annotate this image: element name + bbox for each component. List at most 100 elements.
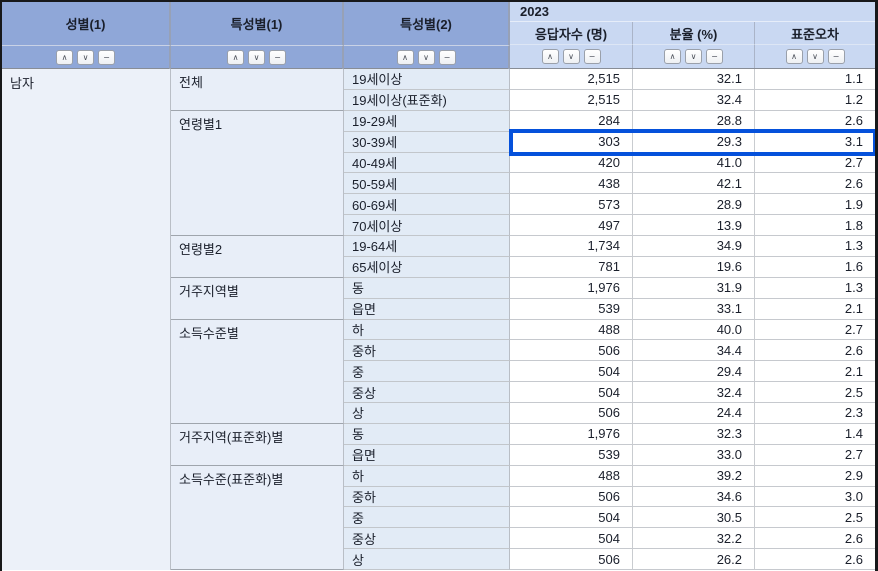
value-cell[interactable]: 32.4 bbox=[633, 382, 755, 403]
category-cell: 65세이상 bbox=[344, 256, 510, 278]
category-cell: 19세이상(표준화) bbox=[344, 89, 510, 111]
value-cell[interactable]: 40.0 bbox=[633, 319, 755, 341]
value-cell[interactable]: 1,976 bbox=[510, 277, 633, 299]
sort-up-icon[interactable]: ∧ bbox=[227, 50, 244, 65]
value-cell[interactable]: 2.7 bbox=[755, 152, 875, 174]
sort-down-icon[interactable]: ∨ bbox=[806, 49, 824, 65]
value-cell[interactable]: 34.6 bbox=[633, 486, 755, 508]
group-cell: 전체 bbox=[171, 69, 344, 111]
value-cell[interactable]: 438 bbox=[510, 173, 633, 195]
value-cell[interactable]: 506 bbox=[510, 486, 633, 508]
value-cell[interactable]: 1.2 bbox=[755, 89, 875, 111]
value-cell[interactable]: 539 bbox=[510, 444, 633, 466]
value-cell[interactable]: 32.3 bbox=[633, 423, 755, 445]
value-cell[interactable]: 30.5 bbox=[633, 507, 755, 529]
value-cell[interactable]: 781 bbox=[510, 256, 633, 278]
sort-down-icon[interactable]: ∨ bbox=[685, 49, 702, 65]
value-cell[interactable]: 28.9 bbox=[633, 194, 755, 216]
value-cell[interactable]: 1.6 bbox=[755, 256, 875, 278]
sort-up-icon[interactable]: ∧ bbox=[541, 49, 559, 65]
value-cell[interactable]: 2.6 bbox=[755, 340, 875, 362]
value-cell[interactable]: 41.0 bbox=[633, 152, 755, 174]
value-cell[interactable]: 29.4 bbox=[633, 361, 755, 383]
sort-down-icon[interactable]: ∨ bbox=[77, 50, 94, 65]
value-cell[interactable]: 573 bbox=[510, 194, 633, 216]
value-cell[interactable]: 504 bbox=[510, 382, 633, 403]
value-cell[interactable]: 504 bbox=[510, 507, 633, 529]
value-cell[interactable]: 24.4 bbox=[633, 403, 755, 424]
value-cell[interactable]: 2.6 bbox=[755, 528, 875, 550]
value-cell[interactable]: 2.6 bbox=[755, 173, 875, 195]
value-cell[interactable]: 539 bbox=[510, 298, 633, 320]
value-cell[interactable]: 488 bbox=[510, 465, 633, 487]
category-cell: 60-69세 bbox=[344, 194, 510, 216]
value-cell[interactable]: 2.3 bbox=[755, 403, 875, 424]
collapse-icon[interactable]: − bbox=[438, 50, 456, 65]
value-cell[interactable]: 42.1 bbox=[633, 173, 755, 195]
value-cell[interactable]: 33.1 bbox=[633, 298, 755, 320]
characteristic1-col-controls: ∧ ∨ − bbox=[171, 45, 344, 69]
value-cell[interactable]: 2.5 bbox=[755, 507, 875, 529]
value-cell[interactable]: 506 bbox=[510, 340, 633, 362]
value-cell[interactable]: 3.1 bbox=[755, 131, 875, 153]
value-cell[interactable]: 1,734 bbox=[510, 236, 633, 257]
collapse-icon[interactable]: − bbox=[583, 49, 601, 65]
value-cell[interactable]: 506 bbox=[510, 403, 633, 424]
value-cell[interactable]: 2.1 bbox=[755, 298, 875, 320]
sort-up-icon[interactable]: ∧ bbox=[396, 50, 414, 65]
collapse-icon[interactable]: − bbox=[827, 49, 845, 65]
value-cell[interactable]: 2,515 bbox=[510, 69, 633, 90]
value-cell[interactable]: 2.1 bbox=[755, 361, 875, 383]
value-cell[interactable]: 32.2 bbox=[633, 528, 755, 550]
value-cell[interactable]: 2,515 bbox=[510, 89, 633, 111]
sort-up-icon[interactable]: ∧ bbox=[664, 49, 681, 65]
value-cell[interactable]: 13.9 bbox=[633, 215, 755, 236]
category-cell: 50-59세 bbox=[344, 173, 510, 195]
value-cell[interactable]: 3.0 bbox=[755, 486, 875, 508]
table-body: 남자 전체 19세이상 2,515 32.1 1.1 19세이상(표준화) 2,515 32.4… bbox=[2, 69, 875, 570]
header-respondents: 응답자수 (명) bbox=[510, 21, 633, 45]
value-cell[interactable]: 2.7 bbox=[755, 444, 875, 466]
value-cell[interactable]: 506 bbox=[510, 549, 633, 570]
value-cell[interactable]: 1.9 bbox=[755, 194, 875, 216]
sort-up-icon[interactable]: ∧ bbox=[56, 50, 73, 65]
sort-up-icon[interactable]: ∧ bbox=[785, 49, 803, 65]
value-cell[interactable]: 488 bbox=[510, 319, 633, 341]
value-cell[interactable]: 26.2 bbox=[633, 549, 755, 570]
value-cell[interactable]: 34.4 bbox=[633, 340, 755, 362]
value-cell[interactable]: 31.9 bbox=[633, 277, 755, 299]
value-cell[interactable]: 2.6 bbox=[755, 110, 875, 132]
value-cell[interactable]: 1.3 bbox=[755, 277, 875, 299]
value-cell[interactable]: 504 bbox=[510, 361, 633, 383]
value-cell[interactable]: 28.8 bbox=[633, 110, 755, 132]
value-cell[interactable]: 1,976 bbox=[510, 423, 633, 445]
value-cell[interactable]: 32.1 bbox=[633, 69, 755, 90]
value-cell[interactable]: 420 bbox=[510, 152, 633, 174]
value-cell[interactable]: 1.3 bbox=[755, 236, 875, 257]
value-cell[interactable]: 2.9 bbox=[755, 465, 875, 487]
value-cell[interactable]: 19.6 bbox=[633, 256, 755, 278]
collapse-icon[interactable]: − bbox=[269, 50, 286, 65]
sort-down-icon[interactable]: ∨ bbox=[417, 50, 435, 65]
value-cell[interactable]: 2.7 bbox=[755, 319, 875, 341]
value-cell[interactable]: 1.1 bbox=[755, 69, 875, 90]
value-cell[interactable]: 303 bbox=[510, 131, 633, 153]
value-cell[interactable]: 284 bbox=[510, 110, 633, 132]
sort-down-icon[interactable]: ∨ bbox=[248, 50, 265, 65]
value-cell[interactable]: 497 bbox=[510, 215, 633, 236]
collapse-icon[interactable]: − bbox=[98, 50, 115, 65]
sort-down-icon[interactable]: ∨ bbox=[562, 49, 580, 65]
value-cell[interactable]: 504 bbox=[510, 528, 633, 550]
value-cell[interactable]: 33.0 bbox=[633, 444, 755, 466]
value-cell[interactable]: 39.2 bbox=[633, 465, 755, 487]
value-cell[interactable]: 1.8 bbox=[755, 215, 875, 236]
gender-col-controls: ∧ ∨ − bbox=[2, 45, 171, 69]
value-cell[interactable]: 34.9 bbox=[633, 236, 755, 257]
value-cell[interactable]: 2.5 bbox=[755, 382, 875, 403]
value-cell[interactable]: 32.4 bbox=[633, 89, 755, 111]
value-cell[interactable]: 2.6 bbox=[755, 549, 875, 570]
value-cell[interactable]: 1.4 bbox=[755, 423, 875, 445]
category-cell: 동 bbox=[344, 423, 510, 445]
collapse-icon[interactable]: − bbox=[706, 49, 723, 65]
value-cell[interactable]: 29.3 bbox=[633, 131, 755, 153]
